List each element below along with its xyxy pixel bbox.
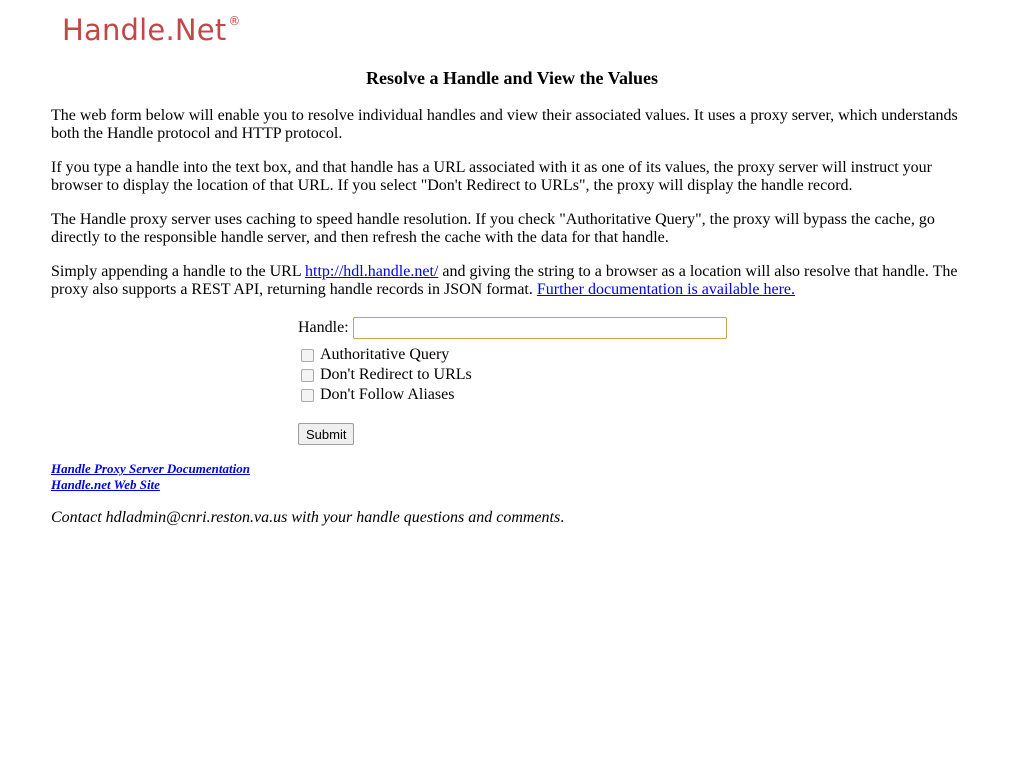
- options-group: Authoritative Query Don't Redirect to UR…: [298, 345, 727, 405]
- intro-paragraph-2: If you type a handle into the text box, …: [51, 159, 932, 194]
- proxy-documentation-link[interactable]: Handle Proxy Server Documentation: [51, 461, 250, 477]
- handle-input[interactable]: [352, 317, 727, 339]
- option-dont-follow-aliases: Don't Follow Aliases: [301, 385, 727, 405]
- handle-net-logo: Handle.Net ®: [62, 12, 240, 48]
- further-documentation-link[interactable]: Further documentation is available here.: [537, 281, 795, 298]
- dont-follow-aliases-label: Don't Follow Aliases: [320, 386, 455, 403]
- authoritative-query-label: Authoritative Query: [320, 346, 450, 363]
- contact-text: Contact hdladmin@cnri.reston.va.us with …: [51, 509, 561, 526]
- hdl-proxy-url-link[interactable]: http://hdl.handle.net/: [305, 263, 438, 280]
- dont-follow-aliases-checkbox[interactable]: [301, 388, 314, 402]
- intro-paragraph-1: The web form below will enable you to re…: [51, 107, 958, 142]
- handle-net-website-link[interactable]: Handle.net Web Site: [51, 477, 250, 493]
- intro-paragraph-3: The Handle proxy server uses caching to …: [51, 211, 935, 246]
- intro-text: The web form below will enable you to re…: [51, 107, 966, 315]
- contact-line: Contact hdladmin@cnri.reston.va.us with …: [51, 509, 564, 527]
- option-dont-redirect: Don't Redirect to URLs: [301, 365, 727, 385]
- resolve-handle-form: Handle: Authoritative Query Don't Redire…: [298, 316, 727, 445]
- p4-text-start: Simply appending a handle to the URL: [51, 263, 306, 280]
- submit-button[interactable]: Submit: [298, 423, 355, 445]
- dont-redirect-checkbox[interactable]: [301, 368, 314, 382]
- registered-mark: ®: [228, 14, 241, 28]
- handle-row: Handle:: [298, 316, 727, 340]
- authoritative-query-checkbox[interactable]: [301, 348, 314, 362]
- dont-redirect-label: Don't Redirect to URLs: [320, 366, 472, 383]
- page-title: Resolve a Handle and View the Values: [365, 68, 659, 88]
- contact-period: .: [560, 509, 565, 526]
- footer-links: Handle Proxy Server Documentation Handle…: [51, 461, 250, 493]
- option-authoritative-query: Authoritative Query: [301, 345, 727, 365]
- handle-label: Handle:: [298, 319, 349, 336]
- intro-paragraph-4: Simply appending a handle to the URL htt…: [51, 263, 966, 299]
- logo-text: Handle.Net: [62, 13, 227, 47]
